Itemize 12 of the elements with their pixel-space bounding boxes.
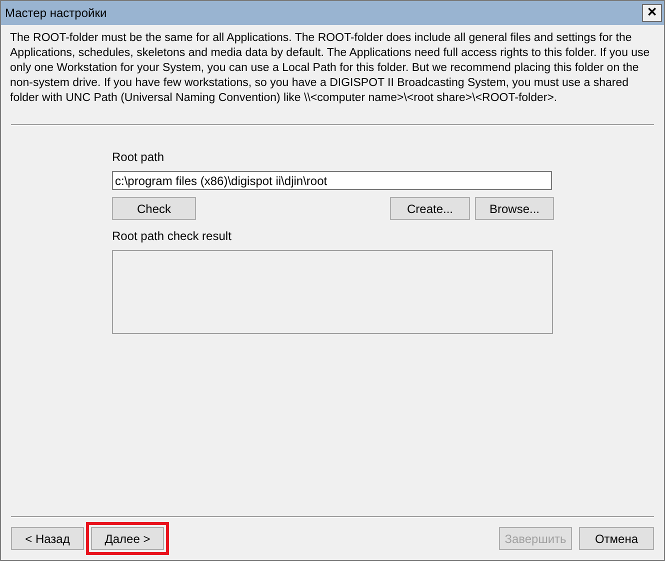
wizard-button[interactable]: Create... — [390, 197, 470, 220]
wizard-button[interactable]: < Назад — [11, 527, 84, 550]
close-button[interactable]: × — [642, 4, 662, 22]
root-path-field[interactable]: c:\program files (x86)\digispot ii\djin\root — [112, 171, 552, 190]
wizard-button[interactable]: Далее > — [91, 527, 164, 550]
wizard-button[interactable]: Отмена — [579, 527, 654, 550]
wizard-button[interactable]: Browse... — [475, 197, 554, 220]
root-path-label: Root path — [112, 149, 166, 166]
description-text: The ROOT-folder must be the same for all Applications. The ROOT-folder does include all general files and settings for the Applications, schedules, skeletons and media data by default. The Applications need full access rights to this folder. If you use only one Workstation for your System, you can use a Local Path for this folder. But we recommend placing this folder on the non-system drive. If you have few workstations, so you have a DIGISPOT II Broadcasting System, you must use a shared folder with UNC Path (Universal Naming Convention) like \\<computer name>\<root share>\<ROOT-folder>. — [9, 31, 651, 106]
wizard-button[interactable]: Check — [112, 197, 196, 220]
window-title: Мастер настройки — [5, 5, 107, 22]
check-result-label: Root path check result — [112, 228, 232, 245]
